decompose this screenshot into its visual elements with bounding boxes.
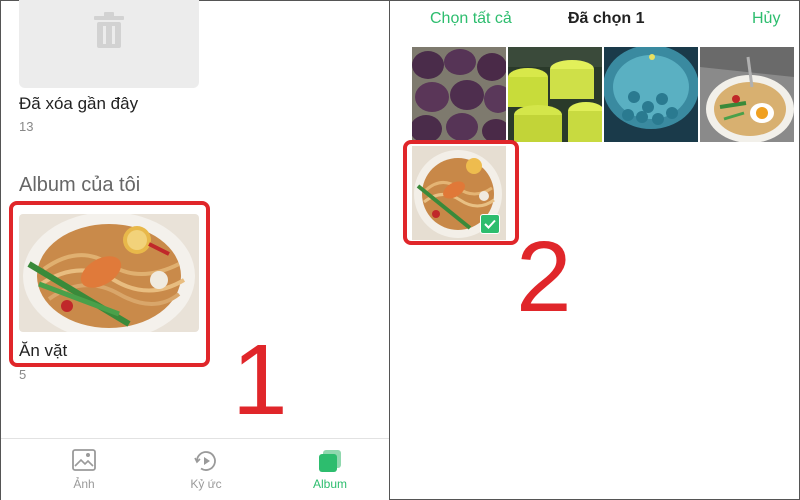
photo-tile-3[interactable] bbox=[604, 47, 698, 142]
nav-tab-photos[interactable]: Ảnh bbox=[19, 439, 149, 499]
album-icon bbox=[319, 450, 341, 472]
highlight-box-2 bbox=[403, 140, 519, 245]
trash-icon bbox=[94, 12, 124, 48]
albums-panel: Đã xóa gần đây 13 Album của tôi Ăn vặt 5… bbox=[0, 0, 390, 500]
photo-tile-1[interactable] bbox=[412, 47, 506, 142]
select-all-button[interactable]: Chọn tất cả bbox=[430, 10, 512, 28]
nav-label-memories: Kỷ ức bbox=[190, 477, 222, 491]
recently-deleted-count: 13 bbox=[19, 119, 34, 134]
selection-top-bar: Chọn tất cả Đã chọn 1 Hủy bbox=[390, 0, 799, 42]
noodle-egg-photo bbox=[700, 47, 794, 142]
blue-drink-photo bbox=[604, 47, 698, 142]
photo-tile-4[interactable] bbox=[700, 47, 794, 142]
nav-label-album: Album bbox=[312, 477, 347, 491]
bottom-navigation: Ảnh Kỷ ức Album bbox=[1, 438, 389, 500]
nav-tab-memories[interactable]: Kỷ ức bbox=[141, 439, 271, 499]
my-albums-heading: Album của tôi bbox=[19, 174, 141, 196]
recently-deleted-label[interactable]: Đã xóa gần đây bbox=[19, 94, 138, 114]
cancel-button[interactable]: Hủy bbox=[752, 10, 780, 28]
memories-icon bbox=[194, 451, 216, 471]
callout-number-2: 2 bbox=[516, 221, 572, 333]
photo-picker-panel: Chọn tất cả Đã chọn 1 Hủy 2 bbox=[390, 0, 800, 500]
nav-label-photos: Ảnh bbox=[73, 477, 95, 491]
photo-icon bbox=[72, 449, 96, 471]
selection-count-title: Đã chọn 1 bbox=[568, 10, 645, 27]
photo-tile-2[interactable] bbox=[508, 47, 602, 142]
callout-number-1: 1 bbox=[232, 324, 288, 436]
jars-photo bbox=[508, 47, 602, 142]
recently-deleted-thumbnail[interactable] bbox=[19, 0, 199, 88]
album-name-an-vat[interactable]: Ăn vặt bbox=[19, 341, 67, 361]
nav-tab-album[interactable]: Album bbox=[265, 439, 389, 499]
album-count-an-vat: 5 bbox=[19, 367, 27, 382]
purple-food-photo bbox=[412, 47, 506, 142]
